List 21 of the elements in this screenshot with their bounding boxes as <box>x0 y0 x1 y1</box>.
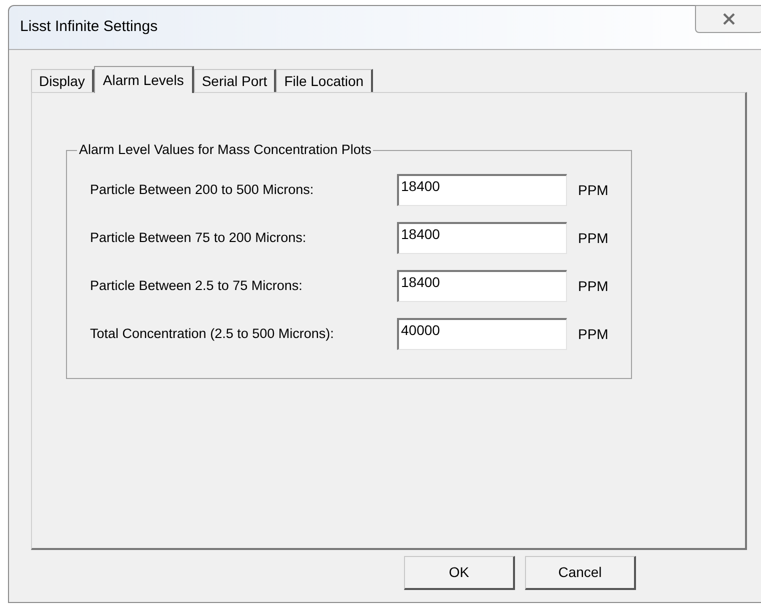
input-field[interactable]: 18400 <box>397 222 567 254</box>
input-field[interactable]: 40000 <box>397 318 567 350</box>
unit-label: PPM <box>578 276 608 296</box>
close-button[interactable] <box>695 5 761 33</box>
dialog-button[interactable]: Cancel <box>525 556 636 590</box>
unit-label: PPM <box>578 324 608 344</box>
unit-label: PPM <box>578 180 608 200</box>
tab[interactable]: Display <box>31 69 94 92</box>
tab[interactable]: Alarm Levels <box>94 66 194 93</box>
field-label: Particle Between 75 to 200 Microns: <box>90 228 308 247</box>
field-label: Total Concentration (2.5 to 500 Microns): <box>90 324 335 343</box>
input-field[interactable]: 18400 <box>397 270 567 302</box>
window-title: Lisst Infinite Settings <box>20 17 158 38</box>
tab[interactable]: Serial Port <box>194 69 276 92</box>
dialog-button[interactable]: OK <box>404 556 515 590</box>
tab[interactable]: File Location <box>276 69 373 92</box>
field-label: Particle Between 2.5 to 75 Microns: <box>90 276 304 295</box>
unit-label: PPM <box>578 228 608 248</box>
close-icon <box>722 13 736 25</box>
field-label: Particle Between 200 to 500 Microns: <box>90 180 315 199</box>
input-field[interactable]: 18400 <box>397 174 567 206</box>
